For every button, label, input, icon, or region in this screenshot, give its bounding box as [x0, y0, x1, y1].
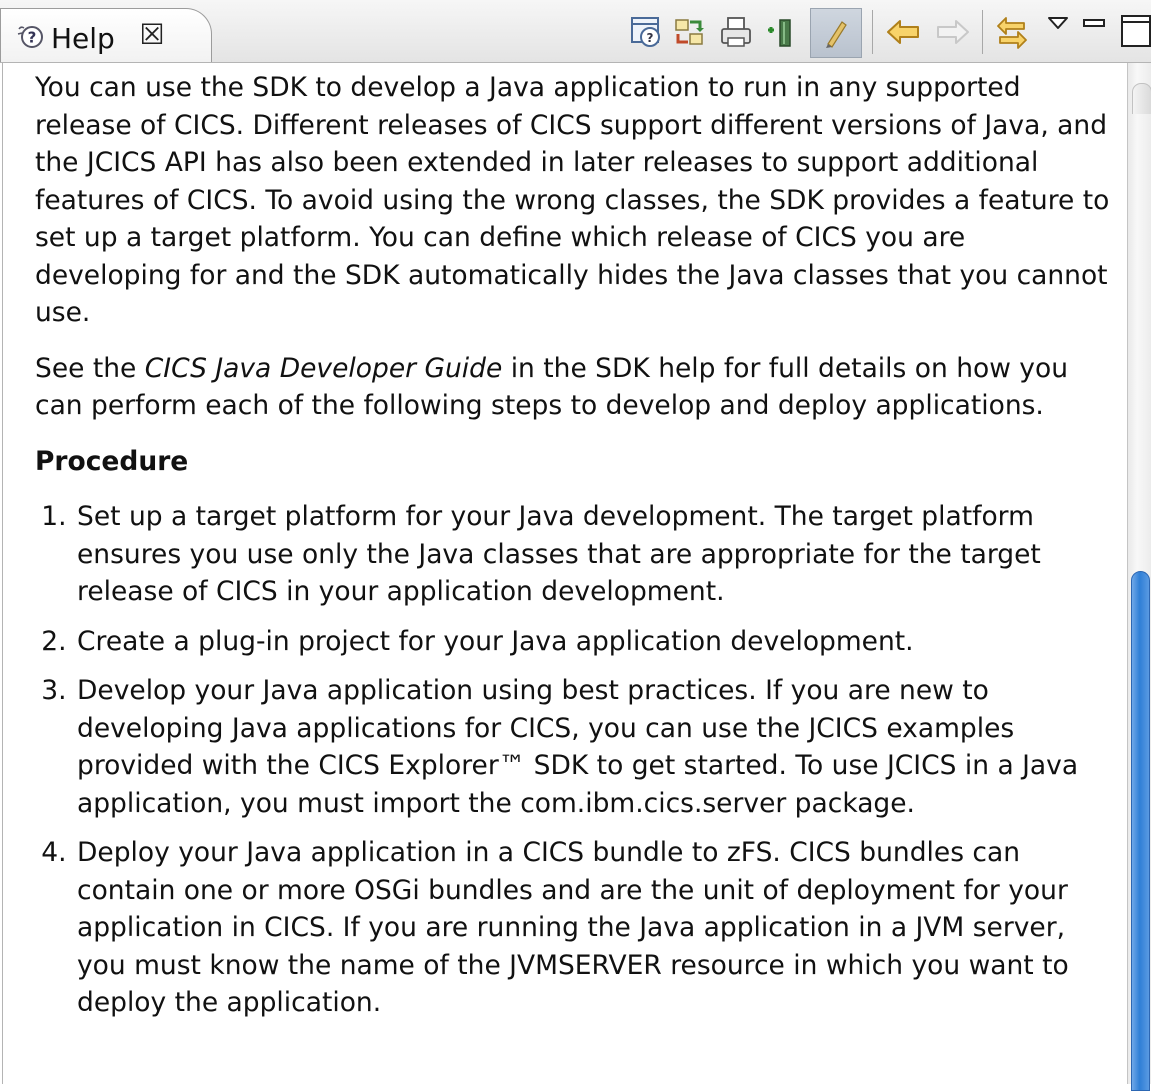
- help-content-pane: You can use the SDK to develop a Java ap…: [2, 63, 1127, 1084]
- show-in-contents-icon[interactable]: ?: [626, 12, 666, 52]
- see-guide-paragraph: See the CICS Java Developer Guide in the…: [35, 350, 1120, 425]
- link-with-contents-icon[interactable]: [992, 12, 1032, 52]
- view-tab-bar: ? Help ☒ ?: [0, 0, 1151, 63]
- svg-text:?: ?: [647, 31, 654, 45]
- tab-help-label: Help: [51, 22, 115, 55]
- forward-arrow-icon[interactable]: [932, 12, 972, 52]
- procedure-step: Deploy your Java application in a CICS b…: [75, 834, 1120, 1022]
- scrollbar-track-top: [1132, 83, 1151, 114]
- procedure-steps: Set up a target platform for your Java d…: [35, 498, 1120, 1022]
- toolbar-separator: [872, 10, 873, 54]
- procedure-step: Set up a target platform for your Java d…: [75, 498, 1120, 611]
- scrollbar-thumb[interactable]: [1131, 571, 1150, 1091]
- help-icon: ?: [15, 23, 45, 53]
- bookmark-add-icon[interactable]: [760, 12, 800, 52]
- see-prefix: See the: [35, 352, 145, 384]
- procedure-step: Create a plug-in project for your Java a…: [75, 623, 1120, 661]
- procedure-heading: Procedure: [35, 445, 189, 477]
- minimize-icon[interactable]: [1080, 10, 1108, 38]
- close-tab-icon[interactable]: ☒: [137, 20, 167, 50]
- view-menu-icon[interactable]: [1044, 10, 1072, 38]
- procedure-step: Develop your Java application using best…: [75, 672, 1120, 822]
- guide-title-link: CICS Java Developer Guide: [144, 352, 503, 384]
- toolbar-separator: [982, 10, 983, 54]
- highlight-search-icon[interactable]: [816, 12, 856, 52]
- tab-help[interactable]: ? Help ☒: [0, 8, 212, 62]
- svg-text:?: ?: [28, 29, 37, 47]
- help-document: You can use the SDK to develop a Java ap…: [35, 69, 1120, 1034]
- vertical-scrollbar[interactable]: [1127, 63, 1151, 1091]
- back-arrow-icon[interactable]: [884, 12, 924, 52]
- sync-navigation-icon[interactable]: [670, 12, 710, 52]
- print-icon[interactable]: [716, 12, 756, 52]
- maximize-icon[interactable]: [1116, 10, 1151, 50]
- intro-paragraph: You can use the SDK to develop a Java ap…: [35, 72, 1110, 328]
